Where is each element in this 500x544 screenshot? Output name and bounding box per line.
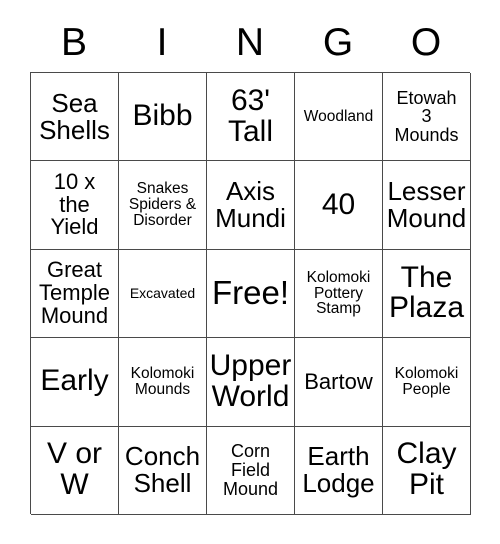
bingo-cell[interactable]: Clay Pit [383,426,471,515]
bingo-card: B I N G O Sea Shells Bibb 63' Tall Woodland… [0,0,500,544]
bingo-cell[interactable]: 63' Tall [207,73,295,162]
bingo-cell-label: Kolomoki People [394,364,459,398]
bingo-cell[interactable]: Lesser Mound [383,161,471,250]
bingo-cell-label: Bibb [132,99,193,133]
bingo-cell-label: 63' Tall [227,83,273,148]
bingo-cell-label: Etowah 3 Mounds [394,87,459,145]
bingo-cell[interactable]: Excavated [119,249,207,339]
bingo-cell[interactable]: Bibb [119,73,207,162]
bingo-grid: Sea Shells Bibb 63' Tall Woodland Etowah 3 M… [30,72,471,515]
bingo-cell-label: Snakes Spiders & Disorder [128,180,197,230]
bingo-header-letter-n: N [235,21,265,64]
bingo-cell-label: Corn Field Mound [222,441,279,499]
bingo-cell[interactable]: Upper World [207,338,295,427]
bingo-cell-label: Axis Mundi [215,176,286,234]
bingo-cell[interactable]: Etowah 3 Mounds [383,73,471,162]
bingo-cell-label: Upper World [209,348,292,413]
bingo-cell-label: V or W [46,437,103,502]
bingo-header-row: B I N G O [30,18,470,68]
bingo-cell[interactable]: Earth Lodge [295,426,383,515]
bingo-cell-label: Clay Pit [396,437,457,502]
bingo-cell[interactable]: 10 x the Yield [31,161,119,250]
bingo-cell[interactable]: The Plaza [383,249,471,339]
bingo-cell[interactable]: Snakes Spiders & Disorder [119,161,207,250]
bingo-cell[interactable]: 40 [295,161,383,250]
bingo-cell-label: Kolomoki Mounds [130,364,195,398]
bingo-cell-label: Sea Shells [39,87,110,145]
bingo-cell[interactable]: Conch Shell [119,426,207,515]
bingo-header-letter-g: G [322,21,354,64]
bingo-cell-label: The Plaza [388,260,465,325]
bingo-cell-label: Excavated [129,285,196,302]
bingo-cell-label: Early [40,364,109,398]
bingo-cell-label: 10 x the Yield [50,169,99,240]
bingo-cell[interactable]: Axis Mundi [207,161,295,250]
bingo-cell-label: 40 [321,187,356,221]
bingo-cell-label: Free! [211,274,290,312]
bingo-cell[interactable]: Sea Shells [31,73,119,162]
bingo-cell[interactable]: Bartow [295,338,383,427]
bingo-cell[interactable]: Early [31,338,119,427]
bingo-cell[interactable]: Woodland [295,73,383,162]
bingo-free-space-cell[interactable]: Free! [207,249,295,339]
bingo-cell-label: Great Temple Mound [39,257,110,328]
bingo-cell[interactable]: Kolomoki People [383,338,471,427]
bingo-cell-label: Conch Shell [124,441,201,499]
bingo-cell-label: Bartow [304,368,373,394]
bingo-cell-label: Lesser Mound [386,176,467,234]
bingo-cell-label: Woodland [303,107,374,125]
bingo-cell[interactable]: Kolomoki Mounds [119,338,207,427]
bingo-cell-label: Kolomoki Pottery Stamp [306,268,371,318]
bingo-cell-label: Earth Lodge [302,441,375,499]
bingo-cell[interactable]: V or W [31,426,119,515]
bingo-header-letter-o: O [410,21,442,64]
bingo-cell[interactable]: Corn Field Mound [207,426,295,515]
bingo-cell[interactable]: Great Temple Mound [31,249,119,339]
bingo-cell[interactable]: Kolomoki Pottery Stamp [295,249,383,339]
bingo-header-letter-i: I [156,21,168,64]
bingo-header-letter-b: B [60,21,87,64]
